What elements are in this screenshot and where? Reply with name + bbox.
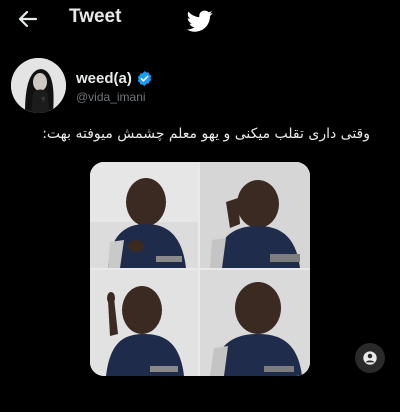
page-title: Tweet [69,6,122,27]
tag-people-button[interactable] [355,343,385,373]
tweet-media[interactable] [90,162,310,376]
author-display-name[interactable]: weed(a) [76,70,132,87]
media-panel-4 [200,270,310,376]
avatar[interactable] [11,58,66,113]
author-name-row[interactable]: weed(a) [76,70,153,87]
media-panel-1 [90,162,198,268]
arrow-left-icon[interactable] [16,7,40,31]
verified-badge-icon [137,71,152,86]
person-tag-icon [363,351,377,365]
twitter-bird-icon [186,10,213,32]
media-panel-2 [200,162,310,268]
tweet-text: وقتی داری تقلب میکنی و یهو معلم چشمش میو… [42,126,370,142]
media-panel-3 [90,270,198,376]
top-bar: Tweet [0,0,400,40]
author-handle[interactable]: @vida_imani [76,90,146,104]
avatar-image [11,58,66,113]
